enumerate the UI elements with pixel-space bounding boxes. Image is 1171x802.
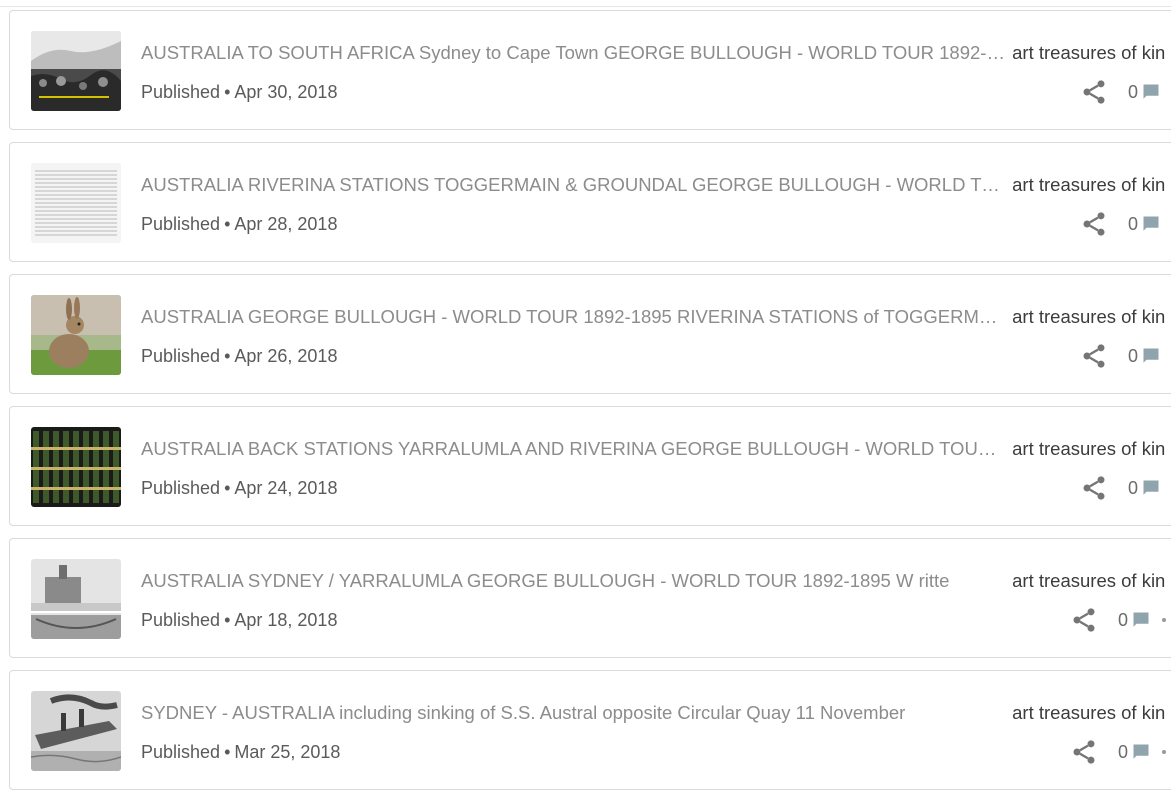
status-label: Published [141, 742, 221, 762]
article-actions: 0 [1080, 210, 1160, 238]
status-label: Published [141, 478, 221, 498]
landscape-photo-icon [31, 31, 121, 111]
title-row: AUSTRALIA RIVERINA STATIONS TOGGERMAIN &… [141, 173, 1171, 197]
share-icon[interactable] [1070, 606, 1098, 634]
article-snippet: art treasures of kin [1012, 570, 1166, 591]
share-icon[interactable] [1080, 210, 1108, 238]
share-icon[interactable] [1080, 78, 1108, 106]
article-card[interactable]: AUSTRALIA TO SOUTH AFRICA Sydney to Cape… [9, 10, 1171, 130]
article-card[interactable]: AUSTRALIA SYDNEY / YARRALUMLA GEORGE BUL… [9, 538, 1171, 658]
comment-icon[interactable] [1132, 611, 1150, 629]
publish-date: Apr 30, 2018 [234, 82, 338, 102]
comment-count: 0 [1128, 214, 1139, 234]
title-row: AUSTRALIA GEORGE BULLOUGH - WORLD TOUR 1… [141, 305, 1171, 329]
article-card[interactable]: AUSTRALIA GEORGE BULLOUGH - WORLD TOUR 1… [9, 274, 1171, 394]
comment-count: 0 [1118, 610, 1129, 630]
publish-date: Apr 26, 2018 [234, 346, 338, 366]
comment-count: 0 [1118, 742, 1129, 762]
article-snippet: art treasures of kin [1012, 702, 1166, 723]
more-indicator [1162, 618, 1167, 622]
article-snippet: art treasures of kin [1012, 438, 1166, 459]
comment-icon[interactable] [1142, 347, 1160, 365]
article-meta: Published • Apr 30, 2018 [141, 81, 337, 103]
status-label: Published [141, 214, 221, 234]
top-divider [0, 6, 1171, 7]
title-row: AUSTRALIA SYDNEY / YARRALUMLA GEORGE BUL… [141, 569, 1171, 593]
separator: • [224, 214, 231, 234]
comment-icon[interactable] [1132, 743, 1150, 761]
ship-photo-icon [31, 691, 121, 771]
article-thumbnail[interactable] [31, 559, 121, 639]
bookshelf-photo-icon [31, 427, 121, 507]
article-actions: 0 [1070, 738, 1167, 766]
building-photo-icon [31, 559, 121, 639]
text-document-icon [31, 163, 121, 243]
article-thumbnail[interactable] [31, 691, 121, 771]
article-meta: Published • Apr 28, 2018 [141, 213, 337, 235]
comment-icon[interactable] [1142, 215, 1160, 233]
article-meta: Published • Apr 24, 2018 [141, 477, 337, 499]
article-actions: 0 [1080, 342, 1160, 370]
publish-date: Apr 24, 2018 [234, 478, 338, 498]
article-actions: 0 [1080, 474, 1160, 502]
article-card[interactable]: SYDNEY - AUSTRALIA including sinking of … [9, 670, 1171, 790]
publish-date: Mar 25, 2018 [234, 742, 341, 762]
article-thumbnail[interactable] [31, 295, 121, 375]
separator: • [224, 478, 231, 498]
article-meta: Published • Apr 18, 2018 [141, 609, 337, 631]
article-thumbnail[interactable] [31, 163, 121, 243]
article-meta: Published • Mar 25, 2018 [141, 741, 340, 763]
article-meta: Published • Apr 26, 2018 [141, 345, 337, 367]
article-snippet: art treasures of kin [1012, 306, 1166, 327]
share-icon[interactable] [1080, 474, 1108, 502]
article-snippet: art treasures of kin [1012, 42, 1166, 63]
status-label: Published [141, 82, 221, 102]
article-list: AUSTRALIA TO SOUTH AFRICA Sydney to Cape… [9, 10, 1171, 802]
article-title[interactable]: AUSTRALIA SYDNEY / YARRALUMLA GEORGE BUL… [141, 569, 1005, 593]
share-icon[interactable] [1070, 738, 1098, 766]
title-row: AUSTRALIA TO SOUTH AFRICA Sydney to Cape… [141, 41, 1171, 65]
article-title[interactable]: AUSTRALIA RIVERINA STATIONS TOGGERMAIN &… [141, 173, 1005, 197]
article-thumbnail[interactable] [31, 31, 121, 111]
separator: • [224, 610, 231, 630]
separator: • [224, 346, 231, 366]
title-row: SYDNEY - AUSTRALIA including sinking of … [141, 701, 1171, 725]
comment-count: 0 [1128, 478, 1139, 498]
article-snippet: art treasures of kin [1012, 174, 1166, 195]
comment-icon[interactable] [1142, 83, 1160, 101]
title-row: AUSTRALIA BACK STATIONS YARRALUMLA AND R… [141, 437, 1171, 461]
separator: • [224, 742, 231, 762]
status-label: Published [141, 610, 221, 630]
comment-count: 0 [1128, 82, 1139, 102]
article-title[interactable]: AUSTRALIA BACK STATIONS YARRALUMLA AND R… [141, 437, 1005, 461]
article-title[interactable]: AUSTRALIA TO SOUTH AFRICA Sydney to Cape… [141, 41, 1005, 65]
article-thumbnail[interactable] [31, 427, 121, 507]
article-card[interactable]: AUSTRALIA RIVERINA STATIONS TOGGERMAIN &… [9, 142, 1171, 262]
rabbit-photo-icon [31, 295, 121, 375]
comment-count: 0 [1128, 346, 1139, 366]
publish-date: Apr 28, 2018 [234, 214, 338, 234]
article-title[interactable]: SYDNEY - AUSTRALIA including sinking of … [141, 701, 1005, 725]
article-title[interactable]: AUSTRALIA GEORGE BULLOUGH - WORLD TOUR 1… [141, 305, 1005, 329]
separator: • [224, 82, 231, 102]
comment-icon[interactable] [1142, 479, 1160, 497]
article-actions: 0 [1070, 606, 1167, 634]
share-icon[interactable] [1080, 342, 1108, 370]
article-card[interactable]: AUSTRALIA BACK STATIONS YARRALUMLA AND R… [9, 406, 1171, 526]
publish-date: Apr 18, 2018 [234, 610, 338, 630]
status-label: Published [141, 346, 221, 366]
article-actions: 0 [1080, 78, 1160, 106]
more-indicator [1162, 750, 1167, 754]
